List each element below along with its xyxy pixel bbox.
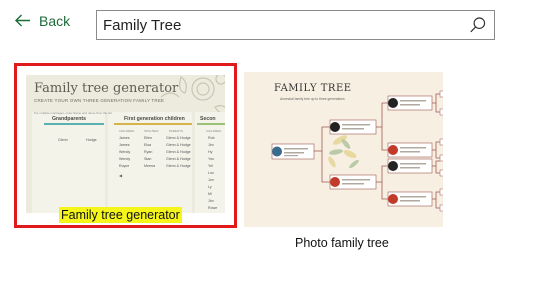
green-rule — [197, 123, 225, 125]
col-head-grandparents: Grandparents — [52, 116, 87, 122]
second-col-header: CHILDREN — [206, 129, 222, 133]
photo-tree-graphic — [271, 90, 443, 212]
second-name: Ly — [208, 185, 212, 189]
child-parents: Glenn & Hodge — [166, 150, 191, 154]
expand-arrow-icon: ◀ — [119, 173, 123, 178]
second-name: Rob — [208, 136, 215, 140]
second-name: Lox — [208, 171, 214, 175]
spouses-col-header: SPOUSES — [144, 129, 159, 133]
child-spouse: Ryan — [144, 150, 153, 154]
child-spouse: Stan — [144, 157, 152, 161]
second-name: Hy — [208, 150, 213, 154]
children-panel — [108, 112, 192, 213]
back-button[interactable]: Back — [14, 12, 70, 29]
child-parents: Glenn & Hodge — [166, 136, 191, 140]
search-input[interactable] — [97, 11, 466, 39]
template-thumbnail: Family tree generator CREATE YOUR OWN TH… — [26, 75, 225, 213]
parents-col-header: PARENTS — [169, 129, 183, 133]
thumb-note: For multiple marriages, enter Name and n… — [34, 111, 112, 115]
arrow-left-icon — [15, 14, 30, 27]
child-name: James — [119, 136, 130, 140]
child-parents: Glenn & Hodge — [166, 143, 191, 147]
second-name: Jim — [208, 199, 214, 203]
col-head-children: First generation children — [124, 116, 185, 122]
teal-rule — [44, 123, 104, 125]
child-name: Wendy — [119, 150, 131, 154]
template-label-family-tree-generator: Family tree generator — [59, 207, 182, 223]
second-name: Yos — [208, 157, 214, 161]
second-name: Jon — [208, 178, 214, 182]
child-spouse: Meena — [144, 164, 155, 168]
template-card-photo-family-tree[interactable]: FAMILY TREE Ancestral family tree up to … — [244, 72, 443, 257]
gold-rule — [114, 123, 192, 125]
child-name: Royce — [119, 164, 130, 168]
col-head-second: Secon — [200, 116, 216, 122]
child-name: James — [119, 143, 130, 147]
back-label: Back — [39, 12, 71, 29]
thumb-title: Family tree generator — [34, 81, 179, 96]
template-label-photo-family-tree: Photo family tree — [295, 236, 389, 250]
child-name: Wendy — [119, 157, 131, 161]
grandparent-2: Hodge — [86, 138, 97, 142]
grandparents-panel — [32, 112, 105, 213]
search-icon[interactable] — [466, 13, 490, 37]
child-spouse: Ellen — [144, 136, 152, 140]
second-name: Rowe — [208, 206, 218, 210]
children-col-header: CHILDREN — [119, 129, 135, 133]
template-card-family-tree-generator[interactable]: Family tree generator CREATE YOUR OWN TH… — [14, 63, 237, 228]
second-name: Jim — [208, 143, 214, 147]
second-name: Yel — [208, 164, 213, 168]
child-parents: Glenn & Hodge — [166, 157, 191, 161]
second-name: Mi — [208, 192, 212, 196]
thumb-subtitle: CREATE YOUR OWN THREE GENERATION FAMILY … — [34, 98, 165, 103]
child-parents: Glenn & Hodge — [166, 164, 191, 168]
template-thumbnail: FAMILY TREE Ancestral family tree up to … — [244, 72, 443, 227]
child-spouse: Elsa — [144, 143, 151, 147]
grandparent-1: Glenn — [58, 138, 68, 142]
second-gen-panel — [195, 112, 225, 213]
search-box[interactable] — [96, 10, 495, 40]
